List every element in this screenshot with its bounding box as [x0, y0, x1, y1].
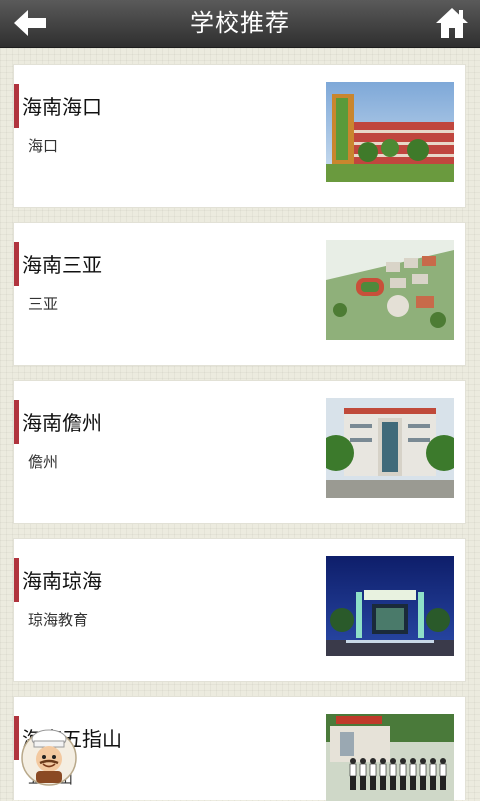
school-subtitle: 琼海教育 — [28, 611, 89, 629]
school-card[interactable]: 海南儋州 儋州 — [13, 380, 466, 524]
campus-buildings-photo — [326, 82, 454, 182]
campus-gate-building-photo — [326, 398, 454, 498]
school-card[interactable]: 海南五指山 五指山 — [13, 696, 466, 801]
accent-bar — [14, 84, 19, 128]
page-title: 学校推荐 — [190, 9, 290, 37]
chef-mascot-icon — [21, 729, 77, 786]
school-name: 海南儋州 — [22, 411, 102, 435]
school-name: 海南琼海 — [22, 569, 102, 593]
school-subtitle: 儋州 — [28, 453, 59, 471]
school-name: 海南海口 — [22, 95, 102, 119]
school-card[interactable]: 海南琼海 琼海教育 — [13, 538, 466, 682]
school-card[interactable]: 海南三亚 三亚 — [13, 222, 466, 366]
school-card[interactable]: 海南海口 海口 — [13, 64, 466, 208]
home-button[interactable] — [434, 5, 470, 41]
floating-mascot-button[interactable] — [20, 725, 78, 787]
home-icon — [436, 8, 468, 38]
night-campus-gate-photo — [326, 556, 454, 656]
aerial-campus-rendering — [326, 240, 454, 340]
school-name: 海南三亚 — [22, 253, 102, 277]
school-subtitle: 海口 — [28, 137, 59, 155]
top-bar: 学校推荐 — [0, 0, 480, 48]
accent-bar — [14, 716, 19, 760]
school-subtitle: 三亚 — [28, 295, 59, 313]
accent-bar — [14, 400, 19, 444]
accent-bar — [14, 242, 19, 286]
students-assembly-photo — [326, 714, 454, 801]
accent-bar — [14, 558, 19, 602]
